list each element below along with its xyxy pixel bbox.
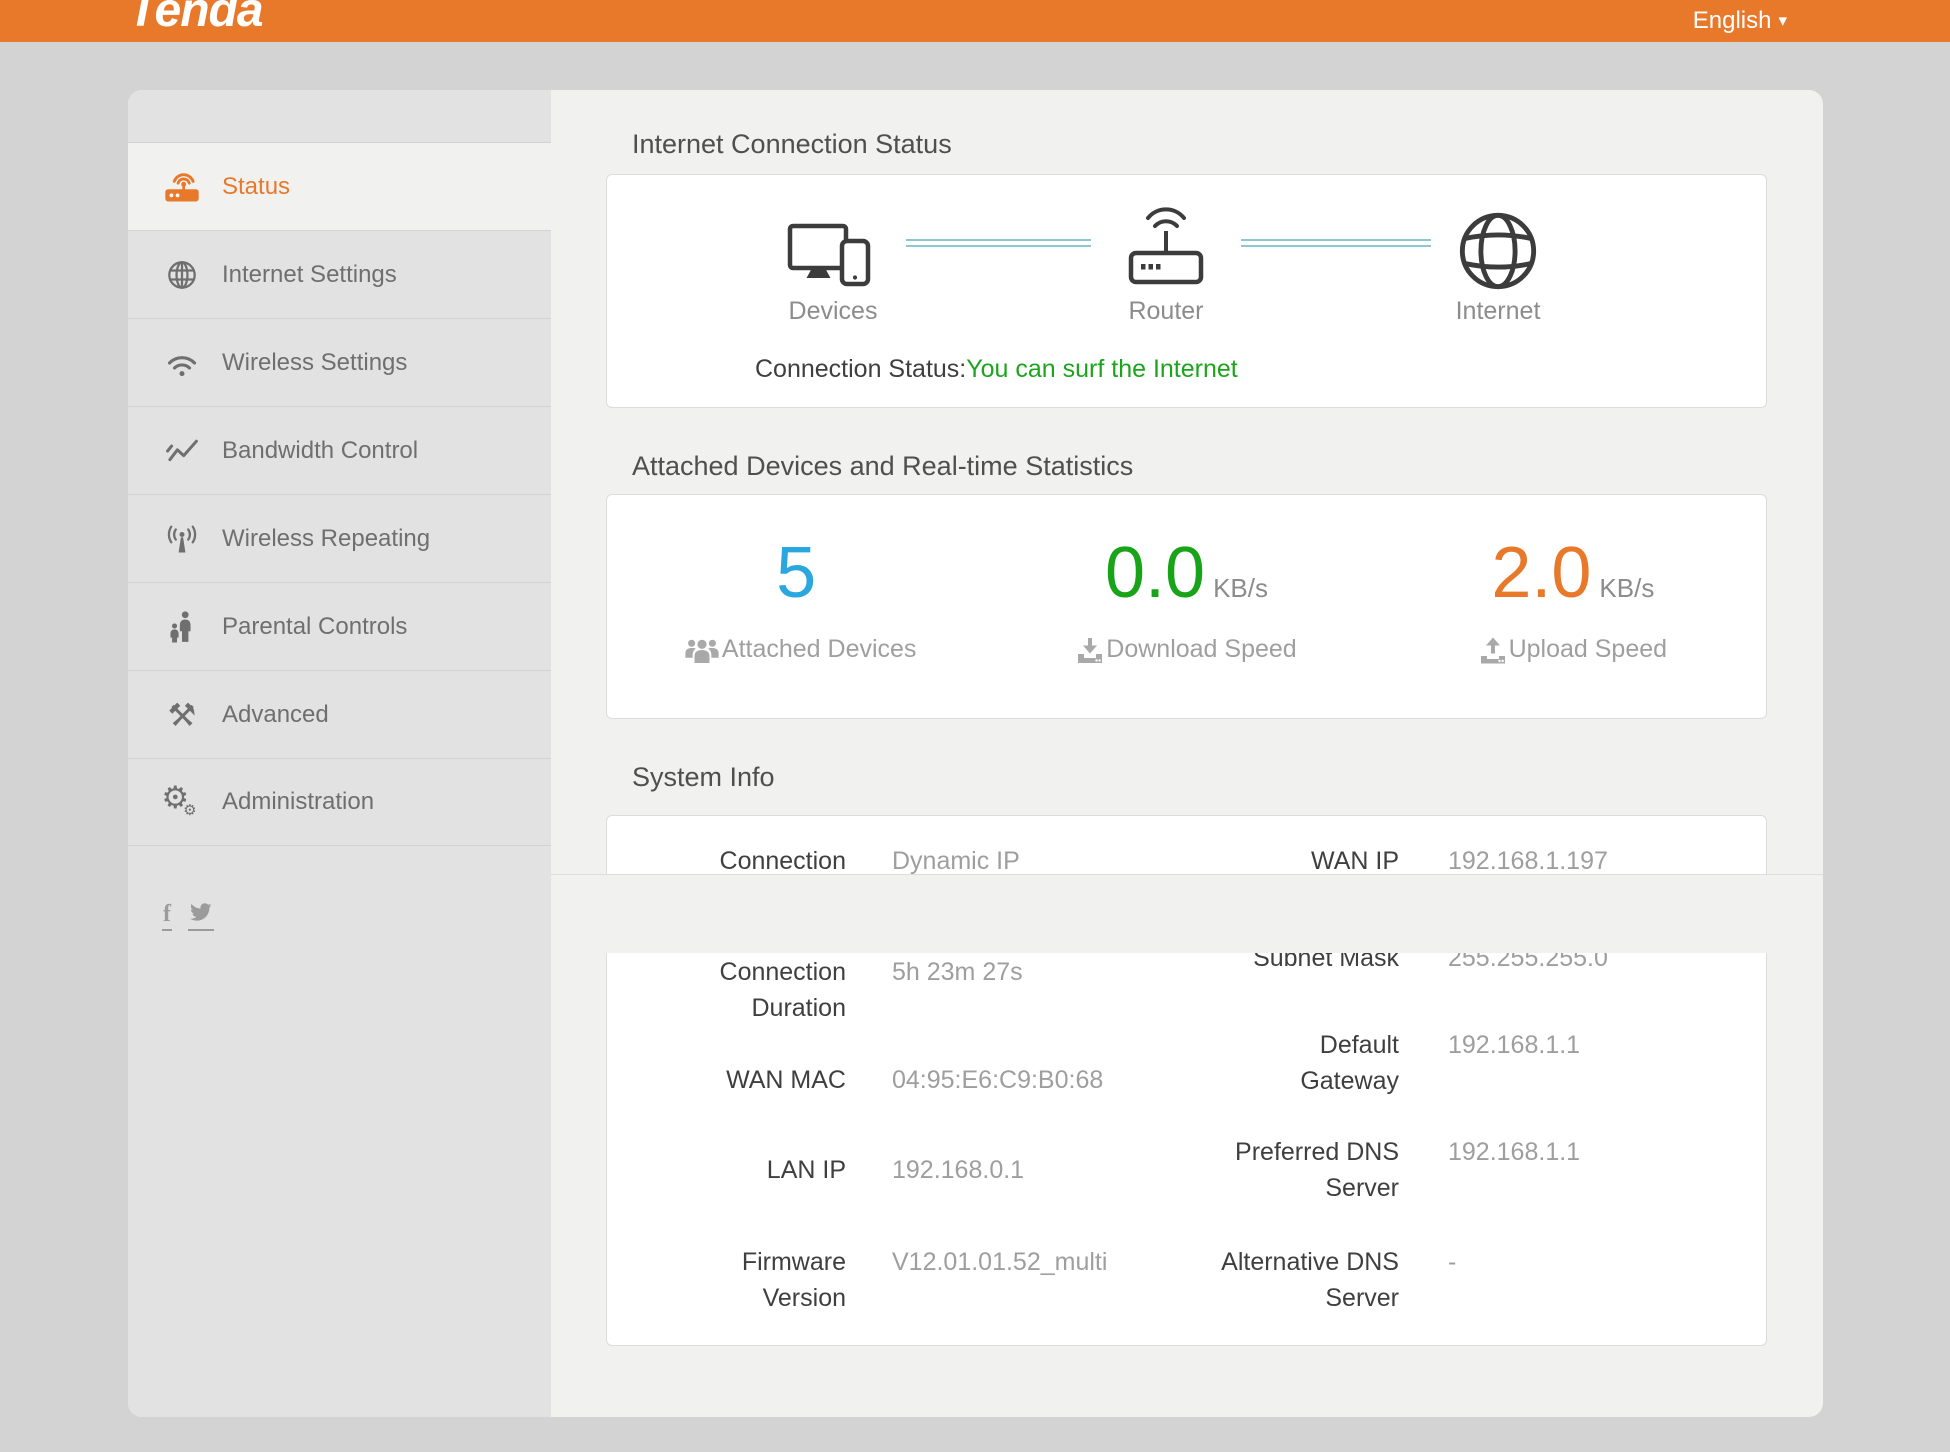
upload-speed-label-row: Upload Speed: [1380, 635, 1766, 664]
connection-status-card: Devices Router: [606, 174, 1767, 408]
statistics-card: 5 Attached Devices: [606, 494, 1767, 719]
system-info-card-bottom: Subnet Mask 255.255.255.0 Connection Dur…: [606, 953, 1767, 1346]
top-bar: Tenda English ▾: [0, 0, 1950, 42]
sys-value-default-gateway: 192.168.1.1: [1448, 1027, 1580, 1063]
content-area: Internet Connection Status Devices: [551, 90, 1823, 1417]
sys-value-alternative-dns: -: [1448, 1244, 1456, 1280]
node-label: Internet: [1418, 297, 1578, 326]
link-line-router-internet: [1241, 239, 1431, 241]
sys-label-connection: Connection: [666, 843, 846, 874]
sys-value-connection-duration: 5h 23m 27s: [892, 954, 1023, 990]
node-devices: Devices: [753, 191, 913, 326]
sys-label-firmware-version: Firmware Version: [666, 1244, 846, 1316]
sys-label-preferred-dns: Preferred DNS Server: [1219, 1134, 1399, 1206]
stat-download-speed: 0.0KB/s Download Speed: [993, 537, 1379, 718]
sys-value-wan-ip: 192.168.1.197: [1448, 843, 1608, 874]
sidebar-item-wireless-settings[interactable]: Wireless Settings: [128, 318, 551, 406]
sidebar-item-parental-controls[interactable]: Parental Controls: [128, 582, 551, 670]
group-icon: [684, 636, 720, 663]
stat-attached-devices: 5 Attached Devices: [607, 537, 993, 718]
sys-label-lan-ip: LAN IP: [666, 1152, 846, 1188]
sidebar-item-label: Wireless Repeating: [222, 525, 430, 553]
sys-value-subnet-mask: 255.255.255.0: [1448, 953, 1608, 976]
sys-value-wan-mac: 04:95:E6:C9:B0:68: [892, 1062, 1103, 1098]
connection-status-line: Connection Status:You can surf the Inter…: [755, 355, 1238, 384]
devices-icon: [753, 191, 913, 293]
sidebar: Status Internet Settings: [128, 90, 551, 1417]
line-chart-icon: [160, 436, 204, 466]
sidebar-item-label: Bandwidth Control: [222, 437, 418, 465]
chevron-down-icon: ▾: [1778, 11, 1787, 31]
sys-value-firmware-version: V12.01.01.52_multi: [892, 1244, 1107, 1280]
sys-label-connection-duration: Connection Duration: [666, 954, 846, 1026]
language-selector[interactable]: English ▾: [1693, 0, 1787, 42]
family-icon: [160, 609, 204, 645]
sidebar-item-label: Internet Settings: [222, 261, 397, 289]
sys-value-connection: Dynamic IP: [892, 843, 1020, 874]
stat-label: Upload Speed: [1509, 635, 1667, 664]
router-icon: [1086, 191, 1246, 293]
sidebar-item-status[interactable]: Status: [128, 142, 551, 230]
sidebar-item-label: Wireless Settings: [222, 349, 407, 377]
section-title-system-info: System Info: [632, 762, 775, 793]
sidebar-item-label: Administration: [222, 788, 374, 816]
facebook-icon[interactable]: f: [162, 902, 172, 931]
sys-label-alternative-dns: Alternative DNS Server: [1219, 1244, 1399, 1316]
link-line-devices-router: [906, 245, 1091, 247]
globe-icon: [160, 258, 204, 292]
stitch-seam-line: [551, 874, 1823, 875]
router-admin-page: Tenda English ▾: [0, 0, 1950, 1452]
node-router: Router: [1086, 191, 1246, 326]
section-title-stats: Attached Devices and Real-time Statistic…: [632, 451, 1133, 482]
internet-globe-icon: [1418, 191, 1578, 293]
link-line-devices-router: [906, 239, 1091, 241]
language-label: English: [1693, 7, 1772, 35]
stat-label: Download Speed: [1106, 635, 1296, 664]
router-status-icon: [160, 169, 204, 205]
sidebar-item-advanced[interactable]: ⚒ Advanced: [128, 670, 551, 758]
twitter-icon[interactable]: [188, 903, 214, 931]
sys-value-preferred-dns: 192.168.1.1: [1448, 1134, 1580, 1170]
stat-label: Attached Devices: [722, 635, 917, 664]
download-speed-label-row: Download Speed: [993, 635, 1379, 664]
connection-status-label: Connection Status:: [755, 355, 966, 383]
sidebar-menu: Status Internet Settings: [128, 142, 551, 846]
upload-speed-value: 2.0: [1491, 533, 1591, 613]
tenda-logo: Tenda: [128, 0, 263, 38]
sidebar-item-bandwidth-control[interactable]: Bandwidth Control: [128, 406, 551, 494]
tools-icon: ⚒: [160, 699, 204, 731]
download-speed-value: 0.0: [1105, 533, 1205, 613]
system-info-card-top: Connection Dynamic IP WAN IP 192.168.1.1…: [606, 815, 1767, 874]
download-icon: [1076, 636, 1104, 664]
wifi-icon: [160, 348, 204, 378]
sidebar-item-internet-settings[interactable]: Internet Settings: [128, 230, 551, 318]
social-links: f: [162, 902, 214, 931]
antenna-icon: [160, 522, 204, 556]
gears-icon: ⚙ ⚙: [160, 787, 204, 818]
node-label: Devices: [753, 297, 913, 326]
sidebar-item-wireless-repeating[interactable]: Wireless Repeating: [128, 494, 551, 582]
attached-devices-label-row: Attached Devices: [607, 635, 993, 664]
sys-label-wan-mac: WAN MAC: [666, 1062, 846, 1098]
stat-upload-speed: 2.0KB/s Upload Speed: [1380, 537, 1766, 718]
sidebar-item-label: Status: [222, 173, 290, 201]
connection-status-value: You can surf the Internet: [966, 355, 1237, 383]
sys-label-subnet-mask: Subnet Mask: [1219, 953, 1399, 976]
sidebar-item-administration[interactable]: ⚙ ⚙ Administration: [128, 758, 551, 846]
section-title-connection: Internet Connection Status: [632, 129, 952, 160]
sys-value-lan-ip: 192.168.0.1: [892, 1152, 1024, 1188]
sidebar-item-label: Advanced: [222, 701, 329, 729]
sys-label-wan-ip: WAN IP: [1219, 843, 1399, 874]
node-label: Router: [1086, 297, 1246, 326]
attached-devices-value: 5: [776, 533, 816, 613]
sys-label-default-gateway: Default Gateway: [1219, 1027, 1399, 1099]
main-panel: Status Internet Settings: [128, 90, 1823, 1417]
upload-icon: [1479, 636, 1507, 664]
sidebar-item-label: Parental Controls: [222, 613, 407, 641]
node-internet: Internet: [1418, 191, 1578, 326]
link-line-router-internet: [1241, 245, 1431, 247]
